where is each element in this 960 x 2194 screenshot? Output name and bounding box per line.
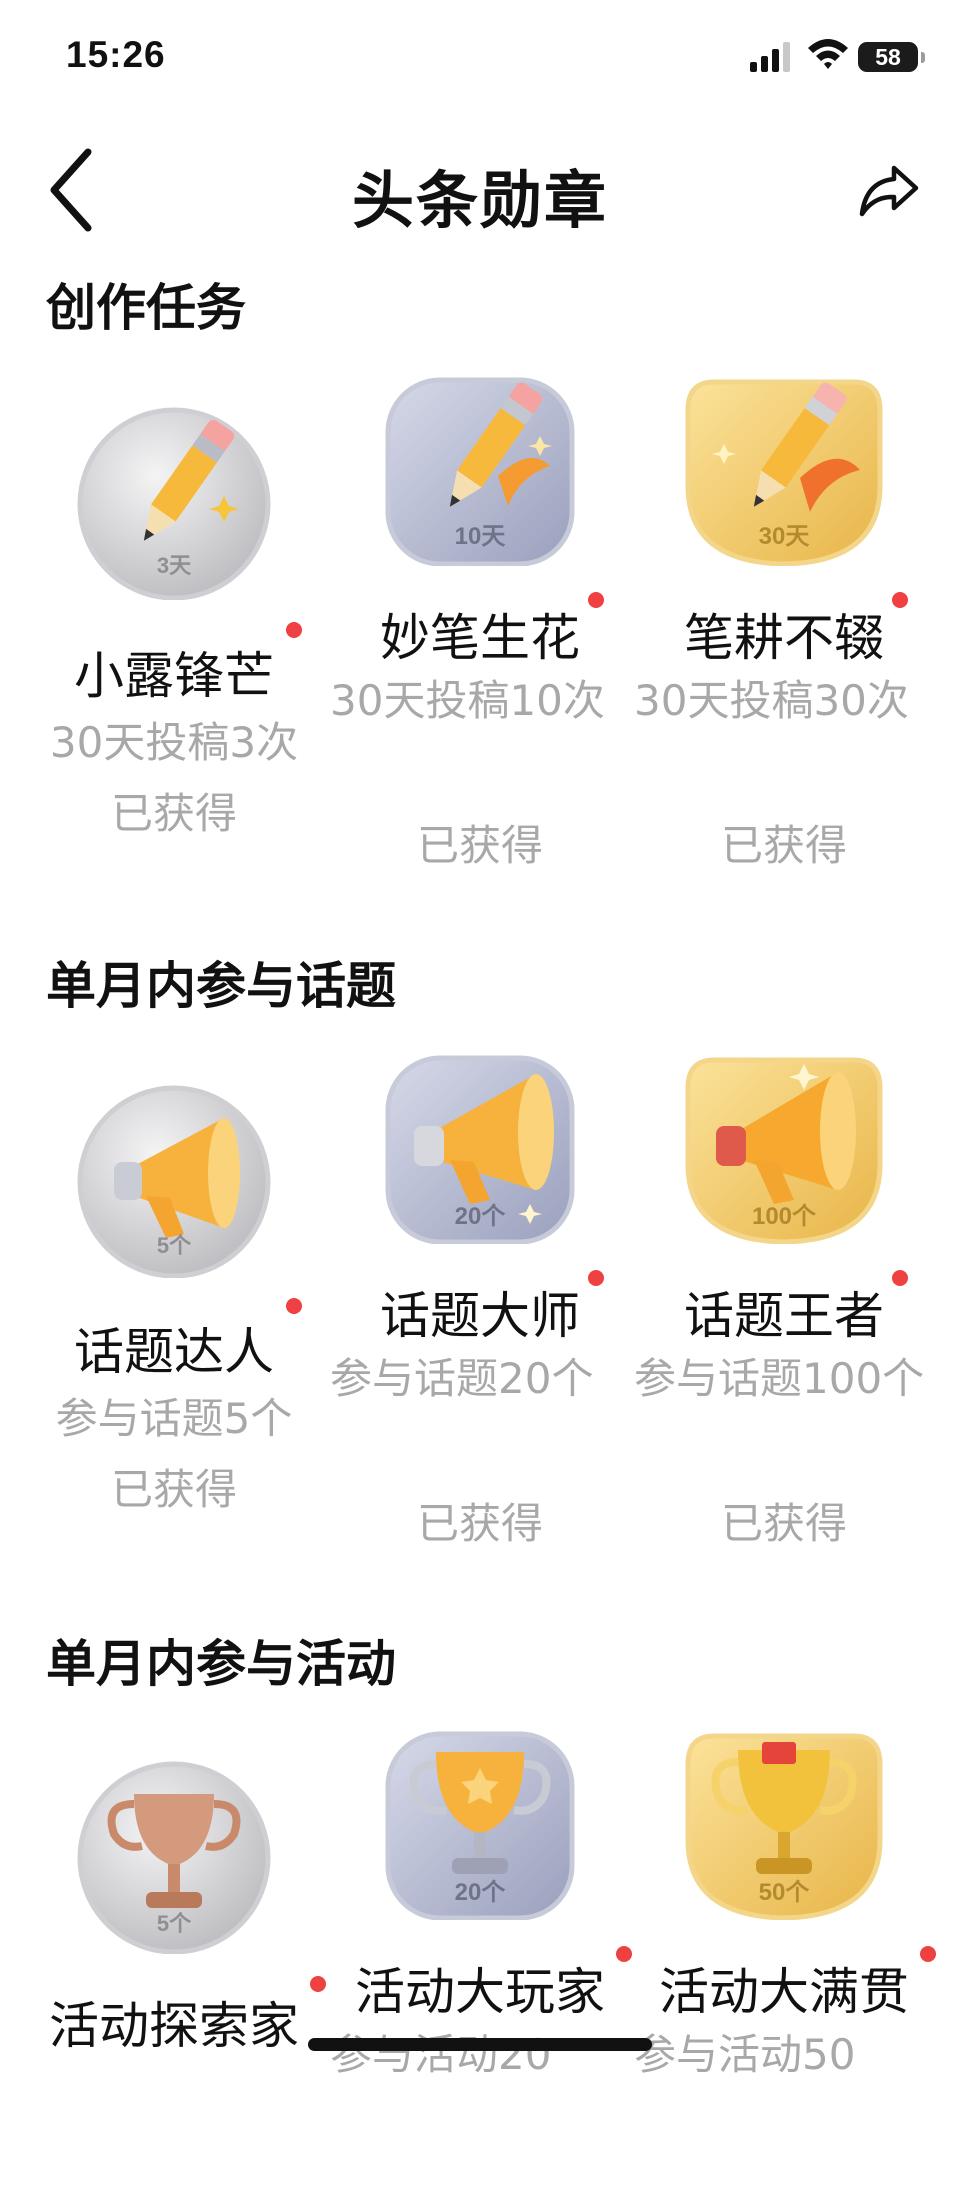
section-title-creation: 创作任务	[46, 279, 246, 337]
medal-status: 已获得	[416, 1499, 543, 1548]
new-badge-dot	[588, 592, 604, 608]
page-title: 头条勋章	[351, 164, 608, 237]
medal-card[interactable]: 20个 话题大师 参与话题20个 已获得	[330, 1044, 630, 1548]
medal-name: 笔耕不辍	[684, 609, 884, 667]
medal-level: 3天	[156, 553, 192, 578]
new-badge-dot	[310, 1976, 326, 1992]
medal-name: 话题达人	[74, 1323, 274, 1381]
medal-card[interactable]: 100个 话题王者 参与话题100个 已获得	[634, 1044, 934, 1548]
medal-requirement: 30天投稿30次	[634, 676, 909, 725]
medal-card[interactable]: 5个 话题达人 参与话题5个 已获得	[24, 1078, 324, 1518]
new-badge-dot	[286, 1298, 302, 1314]
new-badge-dot	[892, 1270, 908, 1286]
medal-name: 妙笔生花	[380, 609, 580, 667]
new-badge-dot	[616, 1946, 632, 1962]
medal-level: 10天	[454, 523, 506, 550]
medal-card[interactable]: 10天 妙笔生花 30天投稿10次 已获得	[330, 366, 630, 870]
status-bar: 15:26 58	[0, 0, 960, 110]
medal-status: 已获得	[416, 821, 543, 870]
new-badge-dot	[588, 1270, 604, 1286]
medal-status: 已获得	[720, 1499, 847, 1548]
wifi-icon	[808, 39, 848, 69]
medal-requirement: 参与活动20	[330, 2030, 552, 2079]
medal-name: 话题王者	[684, 1287, 884, 1345]
new-badge-dot	[920, 1946, 936, 1962]
battery-icon: 58	[858, 42, 925, 72]
medal-name: 活动大玩家	[355, 1963, 605, 2021]
share-icon[interactable]	[858, 160, 920, 222]
section-title-topics: 单月内参与话题	[46, 957, 396, 1015]
cellular-signal-icon	[750, 42, 790, 72]
medal-name: 话题大师	[380, 1287, 580, 1345]
medal-name: 活动探索家	[49, 1997, 299, 2055]
medal-level: 5个	[156, 1911, 192, 1936]
medal-level: 50个	[758, 1879, 810, 1906]
medal-level: 30天	[758, 523, 810, 550]
medal-name: 小露锋芒	[74, 647, 274, 705]
medal-level: 20个	[454, 1879, 506, 1906]
medal-level: 20个	[454, 1203, 506, 1230]
medal-card[interactable]: 5个 活动探索家	[24, 1754, 326, 2194]
status-time: 15:26	[66, 34, 166, 75]
medal-status: 已获得	[110, 789, 237, 838]
medal-requirement: 参与话题5个	[55, 1394, 293, 1443]
medal-status: 已获得	[720, 821, 847, 870]
medal-level: 100个	[751, 1203, 817, 1230]
medal-card[interactable]: 30天 笔耕不辍 30天投稿30次 已获得	[634, 366, 934, 870]
new-badge-dot	[892, 592, 908, 608]
medal-card[interactable]: 50个 活动大满贯 参与活动50	[634, 1720, 936, 2160]
medal-requirement: 参与话题100个	[634, 1354, 925, 1403]
home-indicator[interactable]	[308, 2038, 652, 2051]
new-badge-dot	[286, 622, 302, 638]
medal-requirement: 参与活动50	[634, 2030, 856, 2079]
medal-level: 5个	[156, 1233, 192, 1258]
section-title-activities: 单月内参与活动	[46, 1635, 396, 1693]
medal-status: 已获得	[110, 1465, 237, 1514]
medal-card[interactable]: 3天 小露锋芒 30天投稿3次 已获得	[24, 400, 324, 840]
medal-card[interactable]: 20个 活动大玩家 参与活动20	[330, 1720, 632, 2160]
medal-requirement: 参与话题20个	[330, 1354, 594, 1403]
medal-requirement: 30天投稿10次	[330, 676, 605, 725]
medal-name: 活动大满贯	[659, 1963, 909, 2021]
medal-requirement: 30天投稿3次	[49, 718, 299, 767]
